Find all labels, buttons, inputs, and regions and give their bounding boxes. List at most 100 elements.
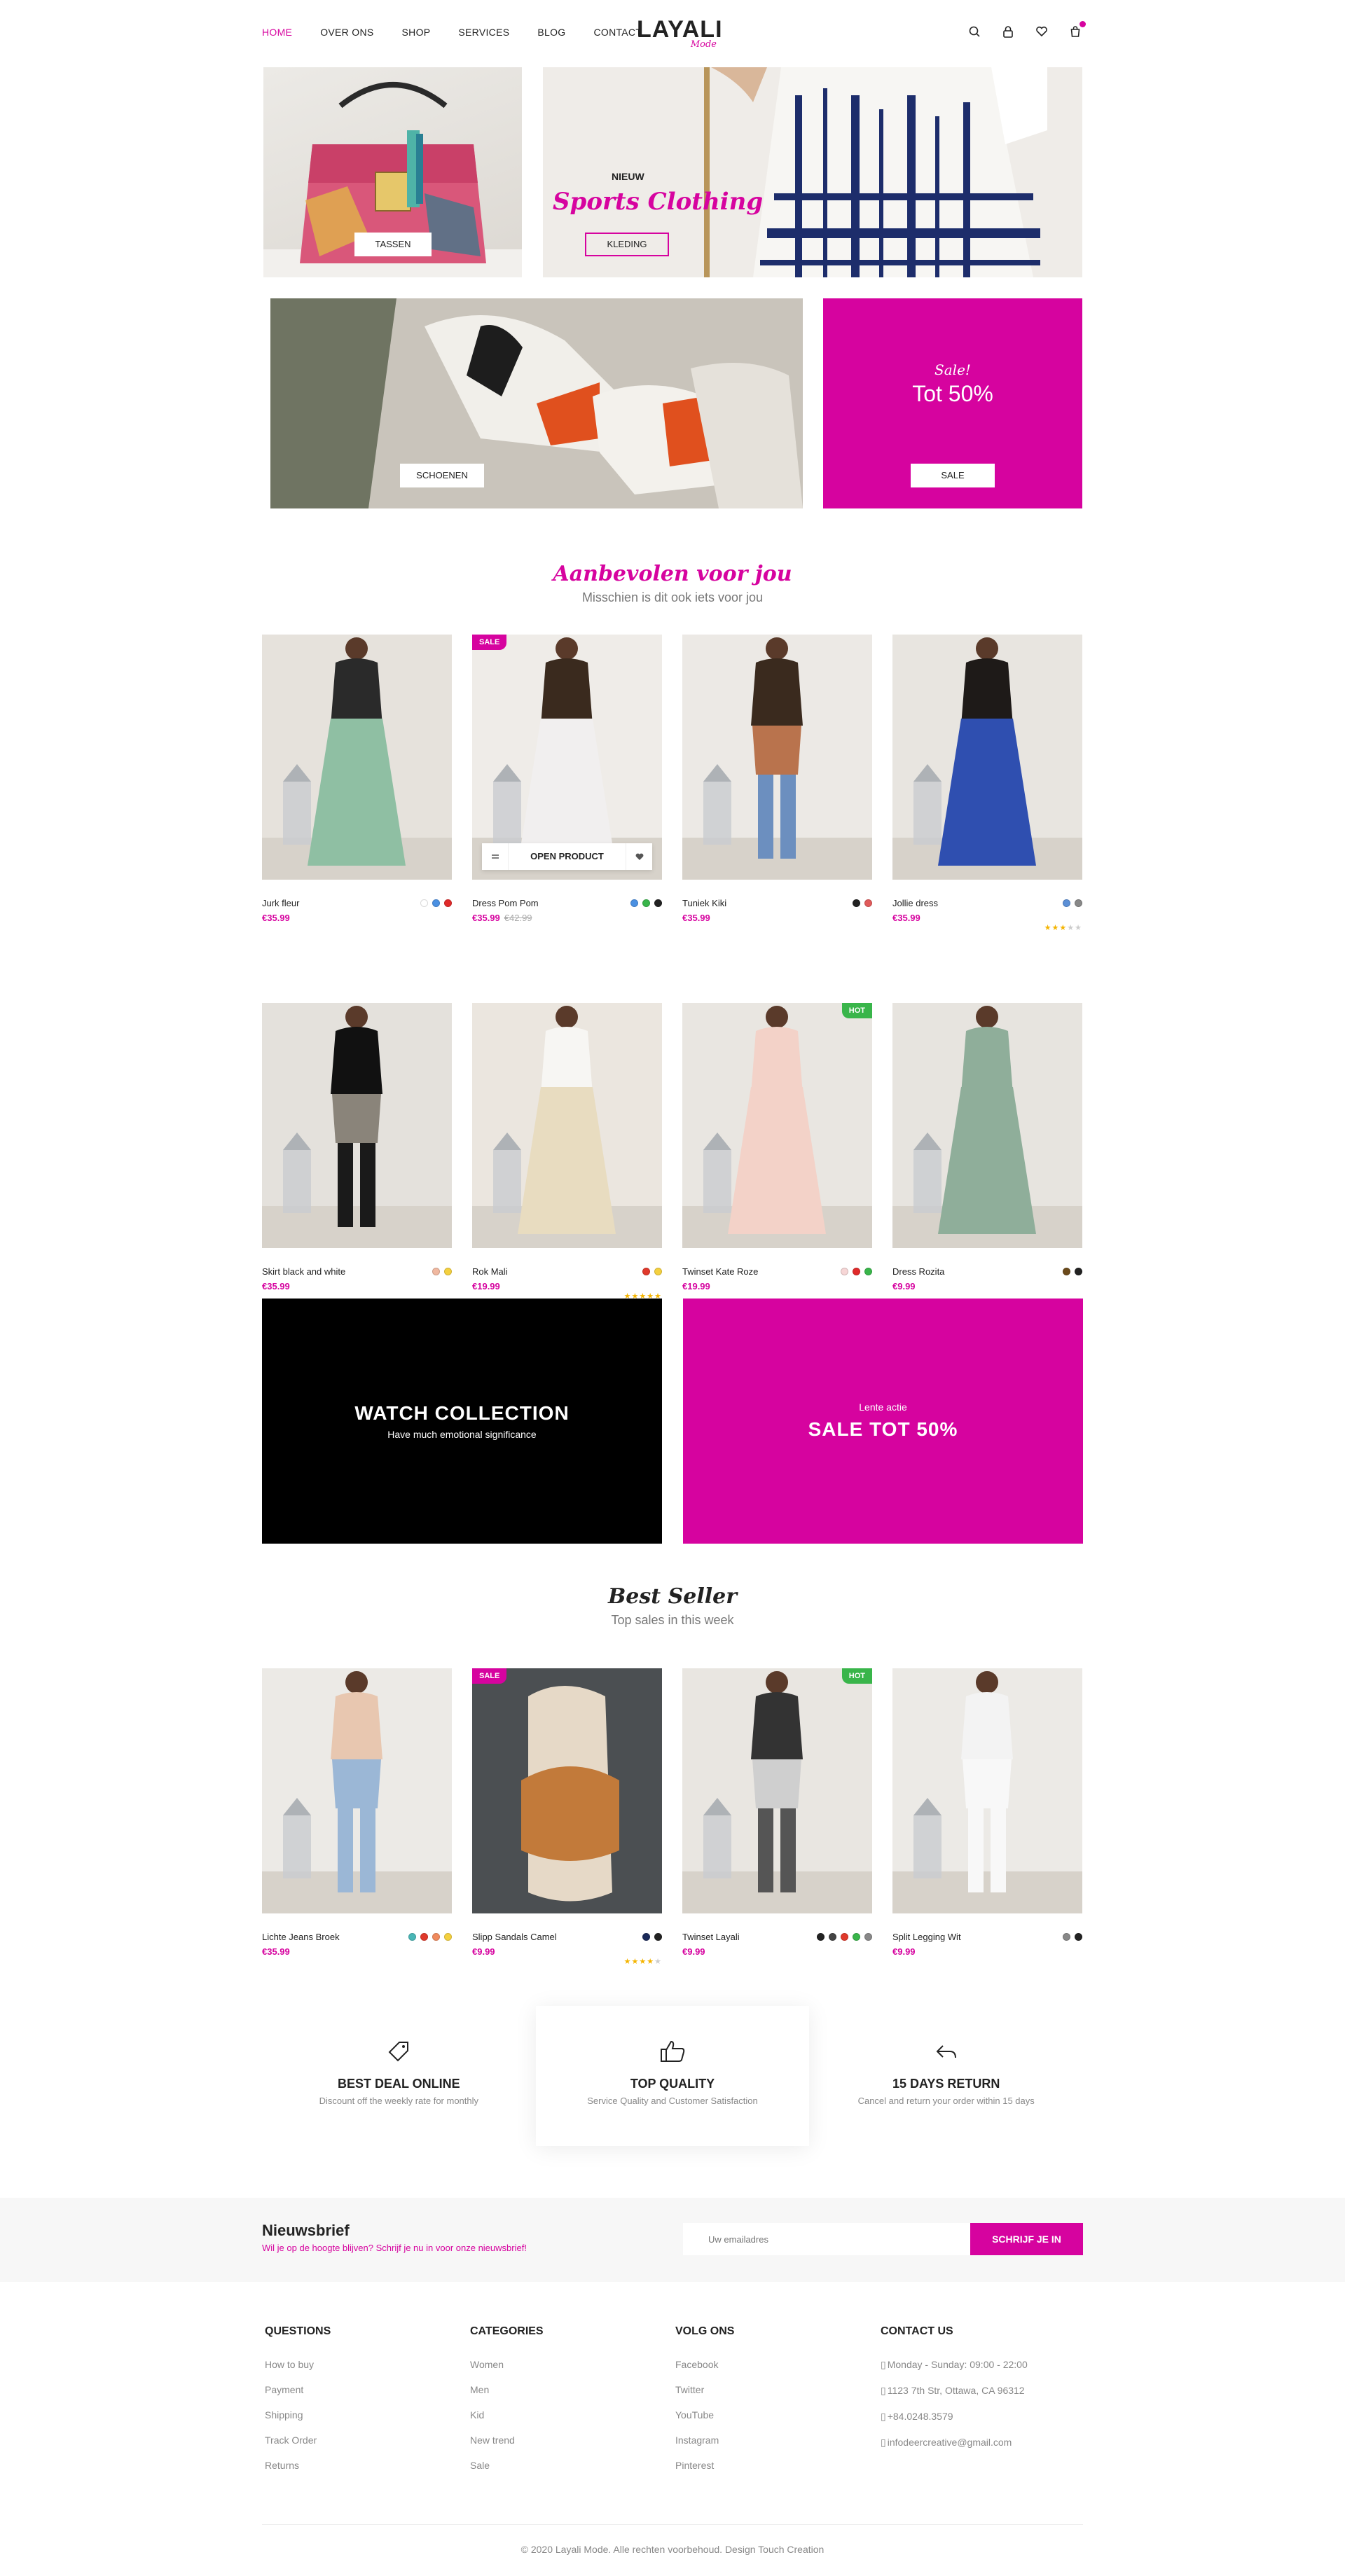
footer-link[interactable]: Sale bbox=[467, 2460, 672, 2471]
color-swatch[interactable] bbox=[630, 899, 638, 907]
footer-link[interactable]: Twitter bbox=[672, 2384, 878, 2395]
footer-link[interactable]: Pinterest bbox=[672, 2460, 878, 2471]
footer-link[interactable]: Payment bbox=[262, 2384, 467, 2395]
product-card[interactable]: Skirt black and white €35.99 bbox=[262, 1003, 452, 1292]
product-name[interactable]: Skirt black and white bbox=[262, 1266, 345, 1277]
footer-link[interactable]: Instagram bbox=[672, 2435, 878, 2446]
product-card[interactable]: HOT Twinset Kate Roze €19.99 bbox=[682, 1003, 872, 1292]
footer-link[interactable]: Track Order bbox=[262, 2435, 467, 2446]
banner-shoes-label[interactable]: SCHOENEN bbox=[400, 464, 484, 487]
color-swatch[interactable] bbox=[642, 1933, 650, 1941]
color-swatch[interactable] bbox=[432, 1933, 440, 1941]
footer-link[interactable]: Facebook bbox=[672, 2359, 878, 2370]
color-swatch[interactable] bbox=[444, 1933, 452, 1941]
nav-blog[interactable]: BLOG bbox=[537, 27, 565, 38]
product-card[interactable]: Jollie dress €35.99 ★★★★★ bbox=[892, 635, 1082, 932]
color-swatch[interactable] bbox=[420, 899, 428, 907]
nav-contact[interactable]: CONTACT bbox=[593, 27, 642, 38]
product-name[interactable]: Dress Pom Pom bbox=[472, 898, 539, 908]
open-product-button[interactable]: OPEN PRODUCT bbox=[509, 843, 626, 870]
color-swatch[interactable] bbox=[1075, 1933, 1082, 1941]
nav-over-ons[interactable]: OVER ONS bbox=[320, 27, 373, 38]
color-swatch[interactable] bbox=[864, 1933, 872, 1941]
product-card[interactable]: Rok Mali €19.99 ★★★★★ bbox=[472, 1003, 662, 1301]
wishlist-heart-icon[interactable] bbox=[626, 843, 652, 870]
product-image[interactable] bbox=[262, 635, 452, 880]
search-icon[interactable] bbox=[967, 24, 982, 39]
product-image[interactable] bbox=[472, 1003, 662, 1248]
footer-link[interactable]: Women bbox=[467, 2359, 672, 2370]
promo-watch-collection[interactable]: WATCH COLLECTION Have much emotional sig… bbox=[262, 1299, 662, 1544]
color-swatch[interactable] bbox=[1063, 899, 1070, 907]
product-name[interactable]: Dress Rozita bbox=[892, 1266, 944, 1277]
color-swatch[interactable] bbox=[642, 1268, 650, 1275]
color-swatch[interactable] bbox=[420, 1933, 428, 1941]
promo-sale[interactable]: Lente actie SALE TOT 50% bbox=[683, 1299, 1083, 1544]
newsletter-subscribe-button[interactable]: SCHRIJF JE IN bbox=[970, 2223, 1083, 2255]
product-name[interactable]: Jurk fleur bbox=[262, 898, 299, 908]
banner-clothing-label[interactable]: KLEDING bbox=[585, 233, 669, 256]
nav-shop[interactable]: SHOP bbox=[402, 27, 431, 38]
color-swatch[interactable] bbox=[432, 899, 440, 907]
product-card[interactable]: Tuniek Kiki €35.99 bbox=[682, 635, 872, 923]
color-swatch[interactable] bbox=[642, 899, 650, 907]
product-image[interactable]: HOT bbox=[682, 1003, 872, 1248]
banner-clothing[interactable]: NIEUW Sports Clothing KLEDING bbox=[543, 67, 1082, 277]
newsletter-email-input[interactable] bbox=[683, 2223, 970, 2255]
color-swatch[interactable] bbox=[864, 1268, 872, 1275]
product-card[interactable]: Split Legging Wit €9.99 bbox=[892, 1668, 1082, 1957]
product-image[interactable]: HOT bbox=[682, 1668, 872, 1913]
color-swatch[interactable] bbox=[1063, 1268, 1070, 1275]
color-swatch[interactable] bbox=[864, 899, 872, 907]
footer-link[interactable]: Shipping bbox=[262, 2409, 467, 2421]
lock-icon[interactable] bbox=[1000, 24, 1016, 39]
nav-home[interactable]: HOME bbox=[262, 27, 292, 38]
product-card[interactable]: Jurk fleur €35.99 bbox=[262, 635, 452, 923]
product-name[interactable]: Jollie dress bbox=[892, 898, 938, 908]
color-swatch[interactable] bbox=[444, 1268, 452, 1275]
footer-link[interactable]: How to buy bbox=[262, 2359, 467, 2370]
color-swatch[interactable] bbox=[853, 899, 860, 907]
color-swatch[interactable] bbox=[654, 1268, 662, 1275]
footer-link[interactable]: Kid bbox=[467, 2409, 672, 2421]
product-card[interactable]: SALE OPEN PRODUCT Dress Pom Pom €35.99 €42.9… bbox=[472, 635, 662, 923]
color-swatch[interactable] bbox=[444, 899, 452, 907]
color-swatch[interactable] bbox=[1075, 899, 1082, 907]
site-logo[interactable]: LAYALI Mode bbox=[637, 18, 722, 50]
color-swatch[interactable] bbox=[853, 1268, 860, 1275]
product-card[interactable]: HOT Twinset Layali €9.99 bbox=[682, 1668, 872, 1957]
banner-bags[interactable]: TASSEN bbox=[263, 67, 522, 277]
product-name[interactable]: Twinset Kate Roze bbox=[682, 1266, 758, 1277]
color-swatch[interactable] bbox=[841, 1933, 848, 1941]
product-image[interactable] bbox=[892, 1668, 1082, 1913]
color-swatch[interactable] bbox=[817, 1933, 825, 1941]
banner-sale-label[interactable]: SALE bbox=[911, 464, 995, 487]
product-name[interactable]: Split Legging Wit bbox=[892, 1932, 961, 1942]
product-image[interactable]: SALE OPEN PRODUCT bbox=[472, 635, 662, 880]
product-name[interactable]: Tuniek Kiki bbox=[682, 898, 726, 908]
banner-sale[interactable]: Sale! Tot 50% SALE bbox=[823, 298, 1082, 508]
product-card[interactable]: Lichte Jeans Broek €35.99 bbox=[262, 1668, 452, 1957]
banner-shoes[interactable]: SCHOENEN bbox=[270, 298, 803, 508]
color-swatch[interactable] bbox=[432, 1268, 440, 1275]
footer-link[interactable]: YouTube bbox=[672, 2409, 878, 2421]
product-name[interactable]: Slipp Sandals Camel bbox=[472, 1932, 557, 1942]
product-card[interactable]: SALE Slipp Sandals Camel €9.99 ★★★★★ bbox=[472, 1668, 662, 1966]
nav-services[interactable]: SERVICES bbox=[458, 27, 509, 38]
color-swatch[interactable] bbox=[853, 1933, 860, 1941]
color-swatch[interactable] bbox=[1075, 1268, 1082, 1275]
product-image[interactable]: SALE bbox=[472, 1668, 662, 1913]
footer-link[interactable]: Returns bbox=[262, 2460, 467, 2471]
color-swatch[interactable] bbox=[408, 1933, 416, 1941]
product-image[interactable] bbox=[892, 635, 1082, 880]
color-swatch[interactable] bbox=[829, 1933, 836, 1941]
product-name[interactable]: Rok Mali bbox=[472, 1266, 508, 1277]
color-swatch[interactable] bbox=[654, 1933, 662, 1941]
product-name[interactable]: Twinset Layali bbox=[682, 1932, 740, 1942]
product-image[interactable] bbox=[682, 635, 872, 880]
banner-bags-label[interactable]: TASSEN bbox=[354, 233, 432, 256]
color-swatch[interactable] bbox=[841, 1268, 848, 1275]
product-name[interactable]: Lichte Jeans Broek bbox=[262, 1932, 340, 1942]
color-swatch[interactable] bbox=[1063, 1933, 1070, 1941]
footer-link[interactable]: New trend bbox=[467, 2435, 672, 2446]
